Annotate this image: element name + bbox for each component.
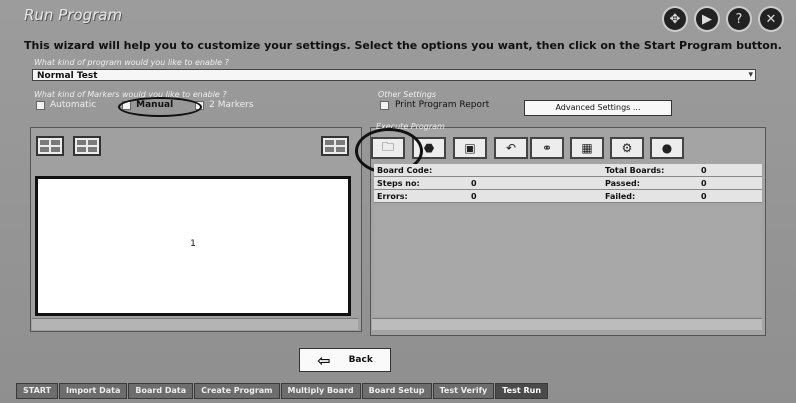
undo-icon: ↶: [505, 141, 517, 155]
other-settings-label: Other Settings: [378, 90, 437, 99]
layout-grid-button-3[interactable]: [321, 136, 349, 156]
stop-icon: ⬣: [423, 141, 435, 155]
window-title: Run Program: [24, 6, 123, 24]
failed-value: 0: [698, 189, 762, 203]
table-row: Board Code: Total Boards: 0: [374, 164, 762, 177]
layout-grid-button-2[interactable]: [73, 136, 101, 156]
chevron-down-icon[interactable]: ▾: [748, 69, 753, 81]
board-icon: ▣: [464, 141, 476, 155]
disk-button[interactable]: ●: [650, 137, 684, 159]
tab-start[interactable]: START: [16, 383, 59, 399]
wizard-instructions: This wizard will help you to customize y…: [24, 39, 782, 52]
table-row: Errors: 0 Failed: 0: [374, 189, 762, 203]
errors-value: 0: [468, 189, 602, 203]
program-kind-select[interactable]: Normal Test ▾: [32, 69, 756, 81]
passed-value: 0: [698, 176, 762, 190]
manual-highlight-oval: [118, 97, 202, 117]
wizard-tabs: START Import Data Board Data Create Prog…: [16, 383, 549, 399]
run-program-window: Run Program ✥ ▶ ? ✕ This wizard will hel…: [0, 0, 796, 403]
results-horizontal-scrollbar[interactable]: [372, 318, 762, 330]
play-icon[interactable]: ▶: [696, 8, 718, 30]
run-info-table: Board Code: Total Boards: 0 Steps no: 0 …: [374, 164, 762, 203]
tab-create-program[interactable]: Create Program: [194, 383, 280, 399]
errors-label: Errors:: [374, 189, 468, 203]
tab-board-data[interactable]: Board Data: [128, 383, 194, 399]
markers-label: What kind of Markers would you like to e…: [34, 90, 227, 99]
passed-label: Passed:: [602, 176, 698, 190]
board-code-value: [468, 164, 602, 177]
program-kind-label: What kind of program would you like to e…: [34, 58, 229, 67]
chip-icon: ▦: [581, 141, 593, 155]
back-label: Back: [348, 355, 373, 365]
canvas-value: 1: [190, 239, 196, 249]
failed-label: Failed:: [602, 189, 698, 203]
tab-test-verify[interactable]: Test Verify: [432, 383, 495, 399]
board-button[interactable]: ▣: [453, 137, 487, 159]
chip-button[interactable]: ▦: [570, 137, 604, 159]
tab-board-setup[interactable]: Board Setup: [361, 383, 432, 399]
title-bar-icons: ✥ ▶ ? ✕: [664, 8, 782, 30]
total-boards-value: 0: [698, 164, 762, 177]
steps-label: Steps no:: [374, 176, 468, 190]
board-horizontal-scrollbar[interactable]: [32, 318, 358, 330]
arrow-left-icon: ⇦: [317, 350, 331, 370]
close-icon[interactable]: ✕: [760, 8, 782, 30]
tab-multiply-board[interactable]: Multiply Board: [280, 383, 361, 399]
steps-value: 0: [468, 176, 602, 190]
move-icon[interactable]: ✥: [664, 8, 686, 30]
two-markers-label: 2 Markers: [209, 100, 254, 110]
automatic-checkbox[interactable]: [36, 100, 45, 110]
settings-button[interactable]: ⚙: [610, 137, 644, 159]
markers-icon: ⚭: [541, 141, 553, 155]
back-button[interactable]: ⇦ Back: [299, 348, 391, 372]
table-row: Steps no: 0 Passed: 0: [374, 176, 762, 190]
layout-grid-button-1[interactable]: [36, 136, 64, 156]
advanced-settings-button[interactable]: Advanced Settings ...: [524, 100, 672, 116]
tab-import-data[interactable]: Import Data: [59, 383, 128, 399]
marker-option-2-markers[interactable]: 2 Markers: [195, 100, 254, 110]
gear-icon: ⚙: [621, 141, 633, 155]
results-area: [374, 206, 762, 316]
disk-icon: ●: [661, 141, 673, 155]
print-report-checkbox[interactable]: [380, 100, 389, 110]
print-report-label: Print Program Report: [395, 100, 490, 110]
help-icon[interactable]: ?: [728, 8, 750, 30]
board-code-label: Board Code:: [374, 164, 468, 177]
undo-button[interactable]: ↶: [494, 137, 528, 159]
markers-button[interactable]: ⚭: [530, 137, 564, 159]
automatic-label: Automatic: [50, 100, 97, 110]
board-canvas[interactable]: 1: [35, 176, 351, 316]
tab-test-run[interactable]: Test Run: [495, 383, 549, 399]
total-boards-label: Total Boards:: [602, 164, 698, 177]
marker-option-automatic[interactable]: Automatic: [36, 100, 96, 110]
program-kind-value: Normal Test: [37, 71, 98, 81]
print-report-option[interactable]: Print Program Report: [380, 100, 489, 110]
